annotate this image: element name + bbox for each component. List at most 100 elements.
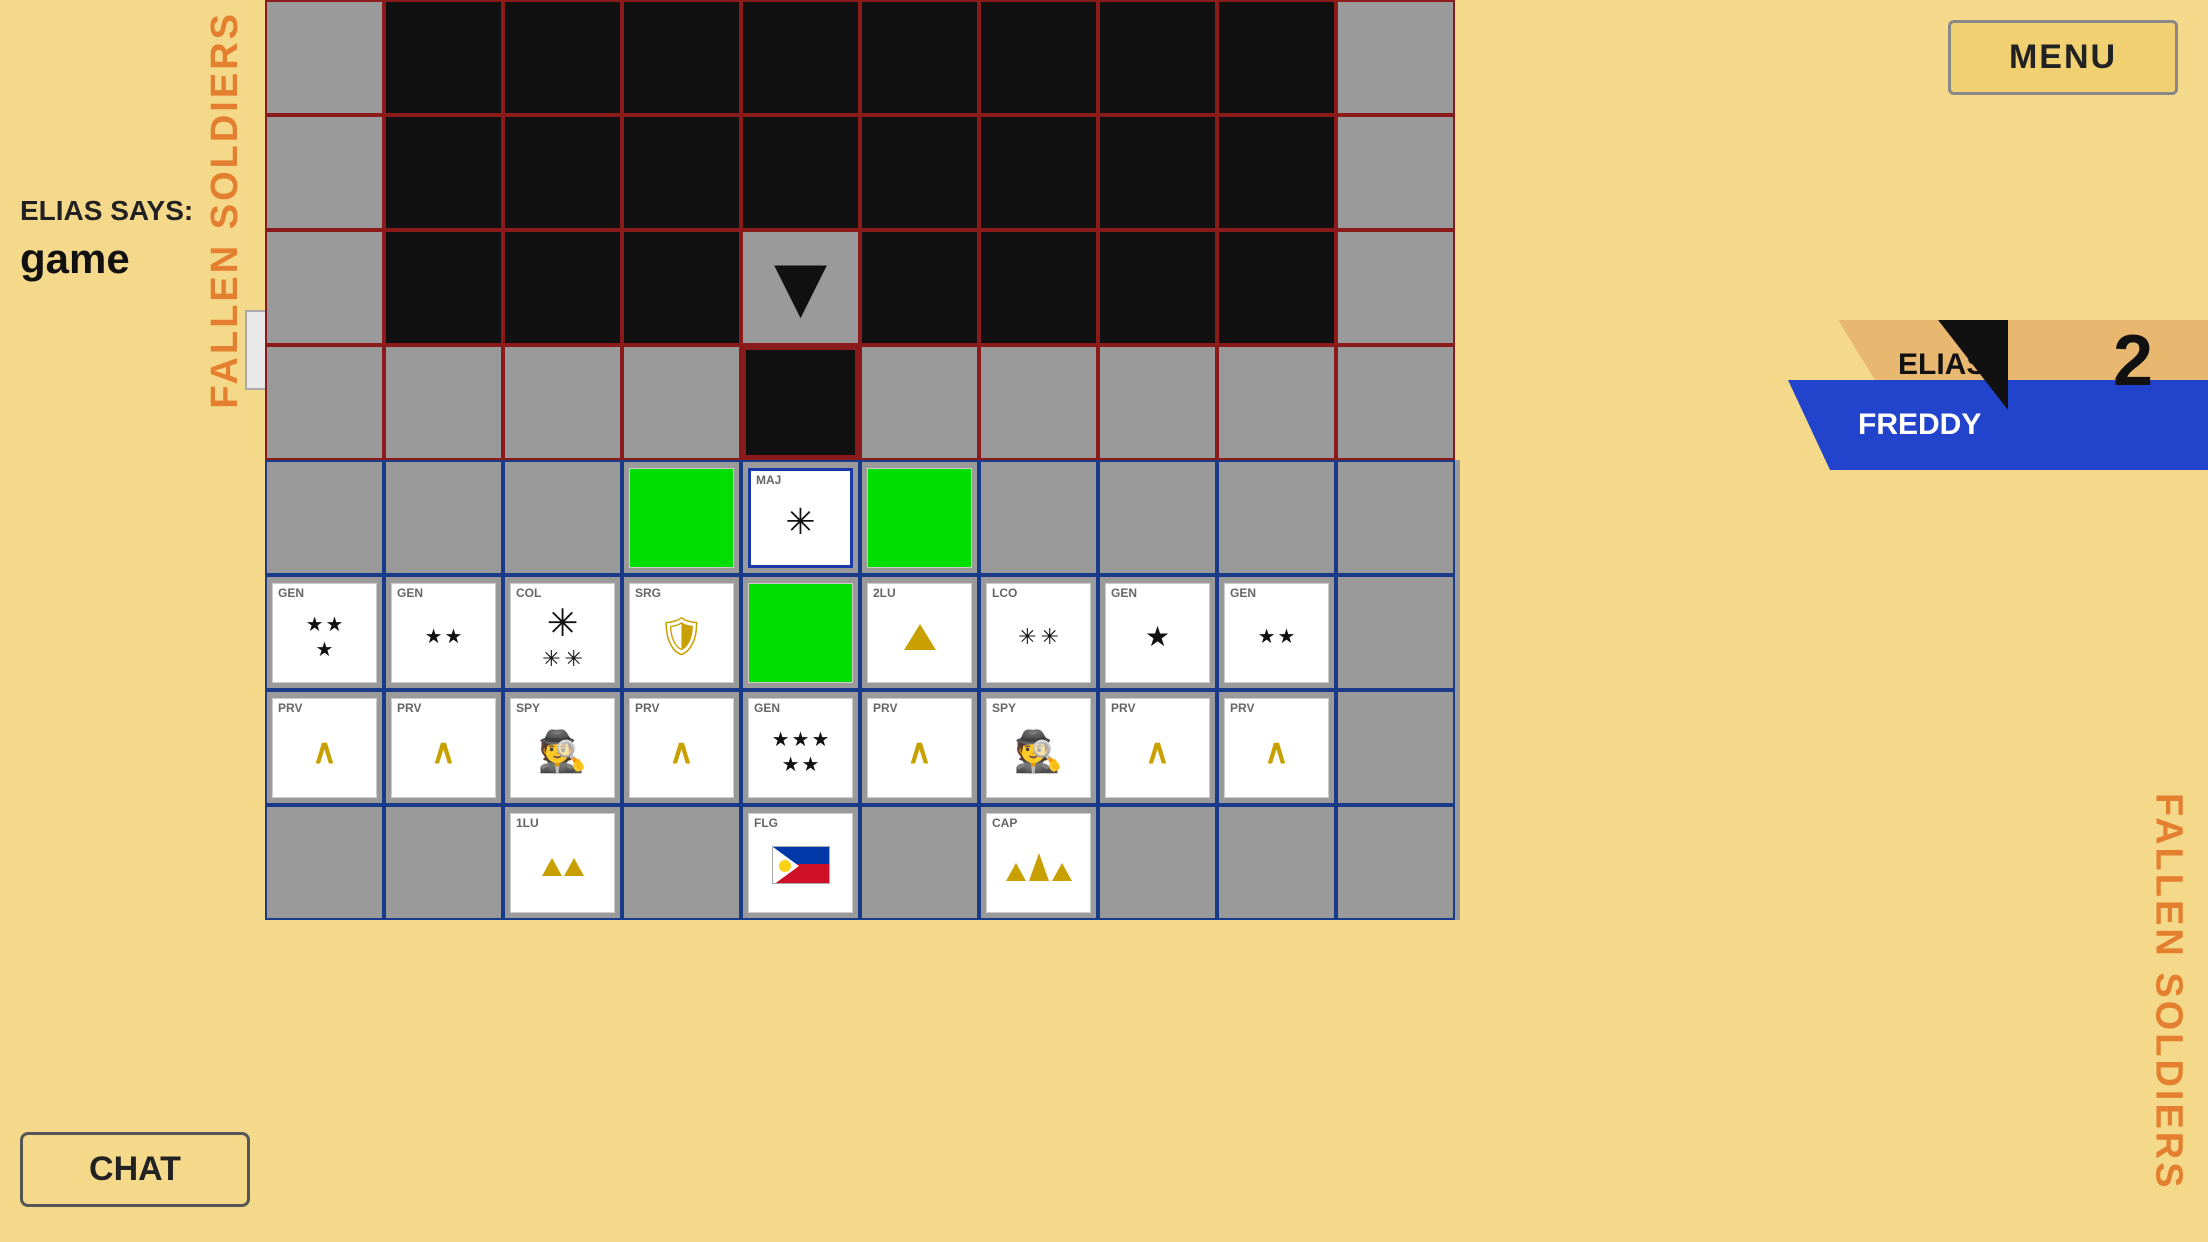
cell-nml-7 xyxy=(1098,345,1217,460)
cell-e1-4 xyxy=(741,0,860,115)
enemy-row-3: ▼ xyxy=(265,230,1460,345)
player-cell-r1-1 xyxy=(384,460,503,575)
gen-5star-rank: GEN xyxy=(754,702,780,714)
piece-spy-1[interactable]: SPY 🕵 xyxy=(986,698,1091,798)
player-cell-r3-2[interactable]: SPY 🕵 xyxy=(503,690,622,805)
piece-spy-0[interactable]: SPY 🕵 xyxy=(510,698,615,798)
cell-e1-7 xyxy=(1098,0,1217,115)
piece-green-1[interactable] xyxy=(629,468,734,568)
player-cell-r1-0 xyxy=(265,460,384,575)
spy-1-rank: SPY xyxy=(992,702,1016,714)
prv-3-rank: PRV xyxy=(635,702,659,714)
player-row-3: PRV ∧ PRV ∧ SPY 🕵 xyxy=(265,690,1460,805)
player-cell-r3-8[interactable]: PRV ∧ xyxy=(1217,690,1336,805)
piece-cap[interactable]: CAP xyxy=(986,813,1091,913)
menu-button[interactable]: MENU xyxy=(1948,20,2178,95)
piece-prv-1[interactable]: PRV ∧ xyxy=(391,698,496,798)
player-cell-r4-2[interactable]: 1LU xyxy=(503,805,622,920)
player-cell-r4-4[interactable]: FLG xyxy=(741,805,860,920)
spy-0-icon: 🕵 xyxy=(538,728,588,775)
player-cell-r4-0 xyxy=(265,805,384,920)
player-cell-r3-0[interactable]: PRV ∧ xyxy=(265,690,384,805)
piece-prv-8[interactable]: PRV ∧ xyxy=(1224,698,1329,798)
player-cell-r1-3[interactable] xyxy=(622,460,741,575)
player-cell-r1-4[interactable]: MAJ ✳ xyxy=(741,460,860,575)
cell-e2-6 xyxy=(979,115,1098,230)
player-cell-r2-0[interactable]: GEN ★★ ★ xyxy=(265,575,384,690)
player-cell-r3-7[interactable]: PRV ∧ xyxy=(1098,690,1217,805)
player-cell-r2-9 xyxy=(1336,575,1455,690)
player-cell-r3-6[interactable]: SPY 🕵 xyxy=(979,690,1098,805)
gen-1star-rank: GEN xyxy=(1111,587,1137,599)
spy-1-icon: 🕵 xyxy=(1014,728,1064,775)
piece-prv-0[interactable]: PRV ∧ xyxy=(272,698,377,798)
cell-e3-6 xyxy=(979,230,1098,345)
piece-srg[interactable]: SRG 🛡 xyxy=(629,583,734,683)
player-cell-r4-6[interactable]: CAP xyxy=(979,805,1098,920)
player-cell-r2-7[interactable]: GEN ★ xyxy=(1098,575,1217,690)
player-cell-r4-7 xyxy=(1098,805,1217,920)
player-row-4: 1LU FLG xyxy=(265,805,1460,920)
player-cell-r2-5[interactable]: 2LU xyxy=(860,575,979,690)
gen-3star-icon: ★★ ★ xyxy=(306,612,344,662)
player-cell-r1-7 xyxy=(1098,460,1217,575)
cell-nml-4-selected[interactable] xyxy=(741,345,860,460)
2lu-icon xyxy=(904,624,936,650)
piece-gen-1star[interactable]: GEN ★ xyxy=(1105,583,1210,683)
player-cell-r2-8[interactable]: GEN ★★ xyxy=(1217,575,1336,690)
chat-message-text: game xyxy=(20,235,280,283)
chat-button[interactable]: CHAT xyxy=(20,1132,250,1207)
player-cell-r1-6 xyxy=(979,460,1098,575)
cap-icon xyxy=(1006,853,1072,881)
elias-says-label: ELIAS SAYS: xyxy=(20,195,280,227)
cell-e2-8 xyxy=(1217,115,1336,230)
piece-gen-5star[interactable]: GEN ★★★ ★★ xyxy=(748,698,853,798)
player-cell-r2-6[interactable]: LCO ✳✳ xyxy=(979,575,1098,690)
player-cell-r2-4[interactable] xyxy=(741,575,860,690)
1lu-icon xyxy=(542,858,584,876)
game-board: ▼ MAJ ✳ xyxy=(265,0,1460,1242)
fallen-soldiers-right-label: FALLEN SOLDIERS xyxy=(2147,793,2190,1191)
piece-gen-2star[interactable]: GEN ★★ xyxy=(391,583,496,683)
piece-2lu[interactable]: 2LU xyxy=(867,583,972,683)
cell-e1-5 xyxy=(860,0,979,115)
piece-prv-3[interactable]: PRV ∧ xyxy=(629,698,734,798)
prv-5-icon: ∧ xyxy=(907,732,932,772)
piece-prv-5[interactable]: PRV ∧ xyxy=(867,698,972,798)
piece-prv-7[interactable]: PRV ∧ xyxy=(1105,698,1210,798)
player-cell-r1-9 xyxy=(1336,460,1455,575)
player-cell-r3-5[interactable]: PRV ∧ xyxy=(860,690,979,805)
cell-e1-1 xyxy=(384,0,503,115)
cell-e2-4 xyxy=(741,115,860,230)
player-cell-r4-3 xyxy=(622,805,741,920)
cell-nml-1 xyxy=(384,345,503,460)
piece-lco[interactable]: LCO ✳✳ xyxy=(986,583,1091,683)
cell-nml-3 xyxy=(622,345,741,460)
piece-green-3[interactable] xyxy=(748,583,853,683)
player-cell-r3-3[interactable]: PRV ∧ xyxy=(622,690,741,805)
player-cell-r2-2[interactable]: COL ✳ ✳✳ xyxy=(503,575,622,690)
piece-1lu[interactable]: 1LU xyxy=(510,813,615,913)
enemy-row-2 xyxy=(265,115,1460,230)
piece-flg[interactable]: FLG xyxy=(748,813,853,913)
cell-e3-1 xyxy=(384,230,503,345)
cap-rank: CAP xyxy=(992,817,1017,829)
player-cell-r1-2 xyxy=(503,460,622,575)
piece-green-2[interactable] xyxy=(867,468,972,568)
piece-gen-3star[interactable]: GEN ★★ ★ xyxy=(272,583,377,683)
player-cell-r3-1[interactable]: PRV ∧ xyxy=(384,690,503,805)
cell-e2-9 xyxy=(1336,115,1455,230)
player-cell-r1-5[interactable] xyxy=(860,460,979,575)
srg-rank: SRG xyxy=(635,587,661,599)
gen-3star-rank: GEN xyxy=(278,587,304,599)
piece-maj[interactable]: MAJ ✳ xyxy=(748,468,853,568)
player-cell-r2-1[interactable]: GEN ★★ xyxy=(384,575,503,690)
player-cell-r3-9 xyxy=(1336,690,1455,805)
cell-e2-7 xyxy=(1098,115,1217,230)
player-cell-r3-4[interactable]: GEN ★★★ ★★ xyxy=(741,690,860,805)
srg-icon: 🛡 xyxy=(657,615,705,659)
player-cell-r2-3[interactable]: SRG 🛡 xyxy=(622,575,741,690)
piece-col[interactable]: COL ✳ ✳✳ xyxy=(510,583,615,683)
piece-gen-2star-b[interactable]: GEN ★★ xyxy=(1224,583,1329,683)
enemy-row-1 xyxy=(265,0,1460,115)
